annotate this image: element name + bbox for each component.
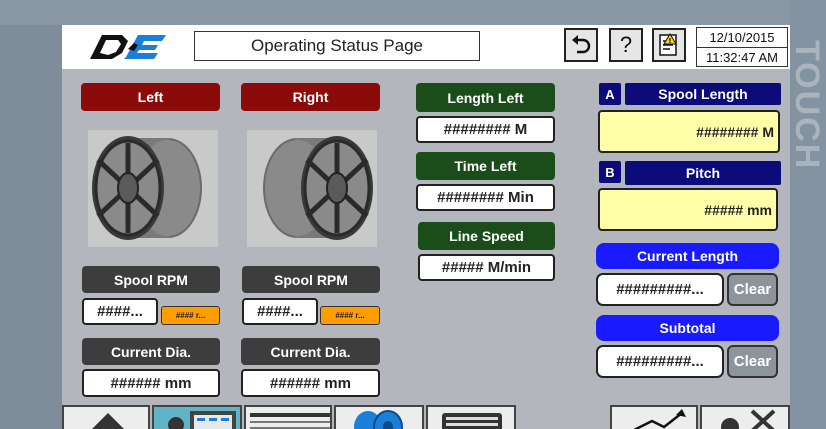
right-spool-rpm-field: ####... — [242, 298, 318, 325]
current-length-field: #########... — [596, 273, 724, 306]
home-tab[interactable] — [62, 405, 150, 429]
undo-icon — [572, 35, 591, 54]
pitch-letter: B — [599, 161, 621, 183]
clear-current-length-button[interactable]: Clear — [727, 273, 778, 306]
length-left-label: Length Left — [416, 83, 555, 112]
length-left-field: ######## M — [416, 116, 555, 143]
hmi-screen: Operating Status Page ? ! 12/10/2015 11:… — [62, 25, 790, 429]
line-speed-label: Line Speed — [418, 222, 555, 250]
process-line-icon — [250, 413, 330, 429]
pitch-label: Pitch — [625, 161, 781, 185]
left-spool-rpm-field: ####... — [82, 298, 158, 325]
spool-length-letter: A — [599, 83, 621, 105]
time-left-field: ######## Min — [416, 184, 555, 211]
svg-text:!: ! — [668, 37, 671, 45]
subtotal-label: Subtotal — [596, 315, 779, 341]
machine-icon — [442, 413, 502, 429]
clear-subtotal-button[interactable]: Clear — [727, 345, 778, 378]
right-spool-rpm-badge: #### r... — [320, 306, 380, 325]
header-bar: Operating Status Page ? ! 12/10/2015 11:… — [62, 25, 790, 69]
time-display: 11:32:47 AM — [705, 50, 779, 65]
date-display: 12/10/2015 — [697, 28, 787, 48]
right-current-dia-label: Current Dia. — [241, 338, 380, 365]
right-spool-rpm-label: Spool RPM — [242, 266, 380, 293]
subtotal-field: #########... — [596, 345, 724, 378]
trend-tab[interactable] — [610, 405, 698, 429]
left-current-dia-label: Current Dia. — [82, 338, 220, 365]
company-logo — [90, 35, 166, 59]
right-spool-label: Right — [241, 83, 380, 111]
home-icon — [92, 413, 124, 429]
maintenance-tab[interactable] — [700, 405, 790, 429]
left-spool-image — [88, 130, 218, 247]
help-button[interactable]: ? — [609, 28, 643, 62]
left-current-dia-field: ###### mm — [82, 369, 220, 397]
spools-icon — [354, 410, 403, 429]
spool-left-icon — [92, 136, 202, 240]
spool-length-label: Spool Length — [625, 83, 781, 105]
datetime-display: 12/10/2015 11:32:47 AM — [696, 27, 788, 67]
undo-button[interactable] — [564, 28, 598, 62]
current-length-label: Current Length — [596, 243, 779, 269]
alarm-notes-icon: ! — [659, 33, 677, 56]
right-current-dia-field: ###### mm — [241, 369, 380, 397]
left-spool-rpm-badge: #### r... — [161, 306, 220, 325]
right-spool-image — [247, 130, 377, 247]
trend-chart-icon — [633, 409, 686, 429]
left-spool-label: Left — [81, 83, 220, 111]
process-tab[interactable] — [244, 405, 332, 429]
left-spool-rpm-label: Spool RPM — [82, 266, 220, 293]
operator-status-icon — [168, 411, 236, 429]
maintenance-tools-icon — [721, 409, 776, 429]
line-speed-field: ##### M/min — [418, 254, 555, 281]
spool-length-input[interactable]: ######## M — [598, 110, 780, 153]
pitch-input[interactable]: ##### mm — [598, 188, 778, 231]
time-left-label: Time Left — [416, 152, 555, 180]
machine-tab[interactable] — [426, 405, 516, 429]
bezel-touch-text: TOUCH — [788, 40, 826, 171]
spools-tab[interactable] — [334, 405, 424, 429]
page-title: Operating Status Page — [194, 31, 480, 61]
spool-right-icon — [263, 136, 373, 240]
alarm-notes-button[interactable]: ! — [652, 28, 686, 62]
status-tab[interactable] — [152, 405, 242, 429]
help-icon: ? — [619, 32, 633, 57]
bezel-top — [0, 0, 826, 25]
